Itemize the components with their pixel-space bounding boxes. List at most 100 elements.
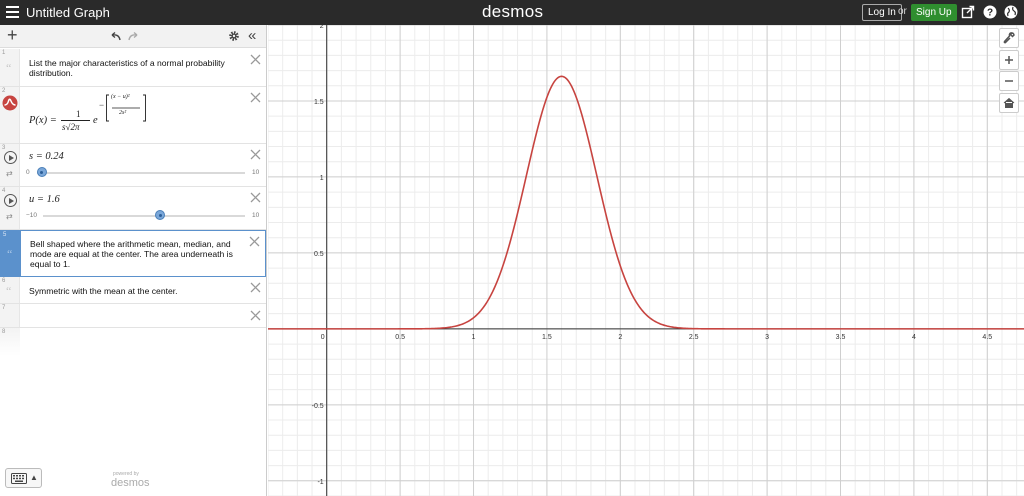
major-gridlines: [268, 24, 1024, 496]
x-tick-label: 2: [618, 334, 622, 341]
note-quote-icon: “: [7, 247, 13, 261]
y-tick-label: 0.5: [314, 251, 324, 258]
formula-lhs: P(x) =: [29, 115, 57, 126]
curves: [268, 75, 1024, 330]
note-text[interactable]: Bell shaped where the arithmetic mean, m…: [30, 239, 235, 269]
wrench-icon: [1003, 32, 1015, 44]
y-tick-label: 1: [320, 175, 324, 182]
graph-title[interactable]: Untitled Graph: [26, 5, 110, 20]
x-tick-label: 4.5: [982, 334, 992, 341]
expression-tab: 2: [0, 87, 20, 143]
x-tick-label: 0.5: [395, 334, 405, 341]
powered-by-logo[interactable]: desmos: [111, 477, 150, 489]
delete-icon[interactable]: [250, 310, 261, 321]
play-slider-icon[interactable]: [4, 194, 17, 207]
expression-item-4[interactable]: 4 ⇄ u = 1.6 −10 10: [0, 187, 266, 230]
minor-gridlines: [267, 24, 1024, 496]
graph-canvas[interactable]: 0 0.5 1 1.5 2 2.5 3 3.5 4 4.5 2 1.5 1 0.5 -0.5 -1: [267, 23, 1024, 496]
expression-item-1[interactable]: 1 “ List the major characteristics of a …: [0, 49, 266, 87]
expression-number: 5: [3, 232, 7, 238]
slider-thumb[interactable]: [155, 210, 166, 220]
variable-definition[interactable]: s = 0.24: [29, 151, 64, 162]
signup-button[interactable]: Sign Up: [911, 4, 957, 21]
gear-icon[interactable]: [228, 30, 240, 42]
slider-max[interactable]: 10: [252, 212, 259, 219]
share-icon[interactable]: [961, 5, 975, 19]
expression-number: 4: [2, 188, 6, 194]
delete-icon[interactable]: [249, 236, 260, 247]
note-quote-icon: “: [6, 61, 12, 75]
delete-icon[interactable]: [250, 149, 261, 160]
slider-track[interactable]: [37, 172, 245, 174]
normal-distribution-curve: [268, 75, 1024, 330]
delete-icon[interactable]: [250, 54, 261, 65]
expression-tab: 1 “: [0, 49, 20, 86]
svg-text:?: ?: [987, 8, 993, 19]
expression-item-6[interactable]: 6 “ Symmetric with the mean at the cente…: [0, 277, 266, 304]
expression-item-7[interactable]: 7: [0, 304, 266, 328]
zoom-in-button[interactable]: [999, 50, 1019, 70]
redo-icon[interactable]: [127, 31, 141, 42]
zoom-in-icon: [1005, 56, 1013, 64]
keyboard-button[interactable]: ▲: [5, 468, 42, 488]
y-tick-label: -1: [317, 479, 323, 486]
exponent-denominator: 2s²: [119, 110, 127, 116]
delete-icon[interactable]: [250, 282, 261, 293]
expression-tab: 3 ⇄: [0, 144, 20, 186]
note-quote-icon: “: [6, 284, 12, 298]
slider-max[interactable]: 10: [252, 169, 259, 176]
home-icon: [1003, 97, 1015, 108]
or-text: or: [898, 6, 907, 17]
slider-min[interactable]: −10: [26, 212, 37, 219]
zoom-out-icon: [1005, 80, 1013, 82]
exponent-minus: −: [99, 100, 105, 110]
expression-tab: 4 ⇄: [0, 187, 20, 229]
play-slider-icon[interactable]: [4, 151, 17, 164]
x-tick-label: 3: [765, 334, 769, 341]
expression-tab: 6 “: [0, 277, 20, 303]
variable-definition[interactable]: u = 1.6: [29, 194, 60, 205]
slider-min[interactable]: 0: [26, 169, 30, 176]
help-icon[interactable]: ?: [983, 5, 997, 19]
graph-plot[interactable]: 0 0.5 1 1.5 2 2.5 3 3.5 4 4.5 2 1.5 1 0.5 -0.5 -1: [267, 23, 1024, 496]
globe-icon[interactable]: [1004, 5, 1018, 19]
x-tick-label: 3.5: [836, 334, 846, 341]
expression-item-2[interactable]: 2 P(x) = 1 s√2π e − (x − u)² 2s²: [0, 87, 266, 144]
expression-item-8[interactable]: 8: [0, 328, 266, 356]
expression-tab: 7: [0, 304, 20, 327]
formula-base: e: [93, 115, 98, 126]
loop-icon[interactable]: ⇄: [6, 212, 13, 221]
x-tick-label: 4: [912, 334, 916, 341]
slider-track[interactable]: [43, 215, 245, 217]
expression-number: 2: [2, 88, 6, 94]
x-tick-label: 2.5: [689, 334, 699, 341]
expression-number: 6: [2, 278, 6, 284]
caret-up-icon: ▲: [30, 473, 38, 482]
exponent-numerator: (x − u)²: [111, 94, 130, 100]
fraction-bar: [61, 120, 90, 121]
x-tick-label: 0: [321, 334, 325, 341]
curve-color-icon[interactable]: [2, 95, 18, 111]
menu-icon[interactable]: [6, 6, 19, 18]
expression-toolbar: + «: [0, 25, 266, 48]
tick-labels: 0 0.5 1 1.5 2 2.5 3 3.5 4 4.5 2 1.5 1 0.5 -0.5 -1: [312, 23, 993, 486]
note-text: List the major characteristics of a norm…: [29, 58, 225, 78]
zoom-out-button[interactable]: [999, 71, 1019, 91]
undo-icon[interactable]: [108, 31, 122, 42]
graph-settings-button[interactable]: [999, 28, 1019, 48]
expression-item-5[interactable]: 5 “ Bell shaped where the arithmetic mea…: [0, 230, 266, 277]
expression-number: 8: [2, 329, 6, 335]
expression-number: 1: [2, 50, 6, 56]
slider-thumb[interactable]: [36, 167, 47, 177]
collapse-panel-button[interactable]: «: [248, 28, 256, 43]
login-button[interactable]: Log In: [862, 4, 902, 21]
y-tick-label: 1.5: [314, 99, 324, 106]
axes: [268, 25, 1024, 496]
loop-icon[interactable]: ⇄: [6, 169, 13, 178]
delete-icon[interactable]: [250, 192, 261, 203]
zoom-default-button[interactable]: [999, 93, 1019, 113]
expression-item-3[interactable]: 3 ⇄ s = 0.24 0 10: [0, 144, 266, 187]
add-item-button[interactable]: +: [7, 26, 18, 44]
delete-icon[interactable]: [250, 92, 261, 103]
y-tick-label: 2: [320, 25, 324, 30]
